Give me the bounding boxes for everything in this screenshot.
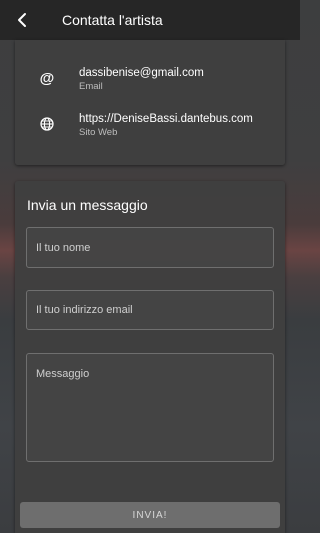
name-input[interactable]: Il tuo nome: [26, 227, 274, 268]
contact-website-row[interactable]: https://DeniseBassi.dantebus.com Sito We…: [15, 112, 285, 152]
message-placeholder: Messaggio: [36, 368, 90, 380]
contact-info-card: @ dassibenise@gmail.com Email https://De…: [15, 40, 285, 165]
send-button[interactable]: INVIA!: [20, 502, 280, 528]
message-textarea[interactable]: Messaggio: [26, 353, 274, 462]
form-title: Invia un messaggio: [27, 197, 148, 213]
globe-icon: [37, 114, 57, 134]
arrow-left-icon: [18, 13, 26, 27]
email-input[interactable]: Il tuo indirizzo email: [26, 290, 274, 330]
app-bar: Contatta l'artista: [0, 0, 300, 40]
contact-website-label: Sito Web: [79, 127, 118, 138]
at-sign-icon: @: [39, 69, 55, 87]
contact-website-text: https://DeniseBassi.dantebus.com Sito We…: [79, 112, 253, 139]
email-placeholder: Il tuo indirizzo email: [36, 304, 133, 316]
contact-email-row[interactable]: @ dassibenise@gmail.com Email: [15, 66, 285, 106]
contact-website-value[interactable]: https://DeniseBassi.dantebus.com: [79, 112, 253, 126]
contact-email-label: Email: [79, 81, 103, 92]
name-placeholder: Il tuo nome: [36, 241, 91, 254]
contact-email-value[interactable]: dassibenise@gmail.com: [79, 66, 204, 80]
contact-email-text: dassibenise@gmail.com Email: [79, 66, 204, 93]
page-title: Contatta l'artista: [62, 12, 163, 28]
back-button[interactable]: [0, 0, 44, 40]
message-form-card: Invia un messaggio Il tuo nome Il tuo in…: [15, 181, 285, 533]
